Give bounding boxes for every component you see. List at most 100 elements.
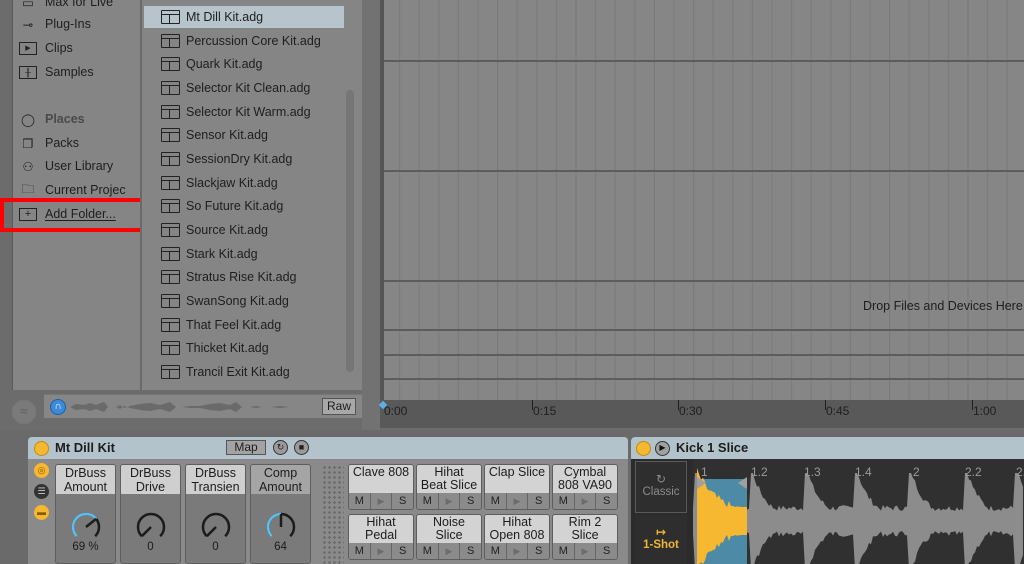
file-item[interactable]: SwanSong Kit.adg [144,290,344,312]
pad-view-toggle-icon[interactable]: ▬ [34,505,49,520]
file-item[interactable]: Trancil Exit Kit.adg [144,361,344,383]
file-item[interactable]: Quark Kit.adg [144,53,344,75]
pad-play-icon[interactable]: ▶ [506,543,529,559]
pad-overview-grid[interactable] [322,465,344,564]
pad-mute-button[interactable]: M [349,543,371,559]
file-item[interactable]: Slackjaw Kit.adg [144,172,344,194]
file-item[interactable]: Mt Dill Kit.adg [144,6,344,28]
file-item[interactable]: That Feel Kit.adg [144,314,344,336]
file-item[interactable]: Thicket Kit.adg [144,337,344,359]
sidebar-item-samples[interactable]: ╫ Samples [19,61,94,83]
arrangement-left-edge [380,0,384,400]
macro-view-toggle-icon[interactable]: ◎ [34,463,49,478]
groove-pool-icon[interactable]: ≈ [12,400,36,424]
pad-solo-button[interactable]: S [528,493,549,509]
drum-pad[interactable]: Noise Slice M ▶ S [416,514,482,560]
file-item[interactable]: Sensor Kit.adg [144,124,344,146]
file-list-scrollbar[interactable] [346,90,354,372]
pad-play-icon[interactable]: ▶ [438,543,461,559]
file-item[interactable]: Percussion Core Kit.adg [144,30,344,52]
drum-rack-preset-icon [161,10,180,24]
preview-headphones-icon[interactable]: ∩ [50,399,66,415]
arrangement-timeline-ruler[interactable]: 0:00 0:15 0:30 0:45 1:00 [380,400,1024,428]
drum-rack-preset-icon [161,105,180,119]
drum-pad[interactable]: Clave 808 M ▶ S [348,464,414,510]
pad-label: Cymbal 808 VA90 [553,465,617,493]
pad-mute-button[interactable]: M [349,493,371,509]
knob-dial[interactable] [68,509,104,545]
pad-solo-button[interactable]: S [596,543,617,559]
sidebar-item-packs[interactable]: ❐ Packs [19,132,79,154]
file-item[interactable]: SessionDry Kit.adg [144,148,344,170]
pad-play-icon[interactable]: ▶ [370,493,393,509]
pad-solo-button[interactable]: S [392,493,413,509]
file-item[interactable]: Selector Kit Clean.adg [144,77,344,99]
drum-pad[interactable]: Hihat Open 808 M ▶ S [484,514,550,560]
pad-mute-button[interactable]: M [485,543,507,559]
browser-sidebar: ▭ Max for Live ⊸ Plug-Ins ▶ Clips ╫ Samp… [12,0,140,390]
pad-label: Clap Slice [485,465,549,493]
randomize-icon[interactable]: ↻ [273,440,288,455]
pad-solo-button[interactable]: S [596,493,617,509]
file-item[interactable]: Stark Kit.adg [144,243,344,265]
browser-splitter[interactable] [362,0,380,430]
macro-knob-comp-amount[interactable]: Comp Amount 64 [250,464,311,564]
knob-dial[interactable] [133,509,169,545]
sidebar-item-plug-ins[interactable]: ⊸ Plug-Ins [19,13,91,35]
drum-pad[interactable]: Clap Slice M ▶ S [484,464,550,510]
macro-map-button[interactable]: Map [226,440,266,455]
pad-solo-button[interactable]: S [528,543,549,559]
places-header: ◯ Places [21,112,85,127]
macro-knob-drbuss-transient[interactable]: DrBuss Transien 0 [185,464,246,564]
pad-label: Hihat Beat Slice [417,465,481,493]
one-shot-arrow-icon: ↦ [655,525,667,539]
pad-mute-button[interactable]: M [485,493,507,509]
macro-knob-drbuss-drive[interactable]: DrBuss Drive 0 [120,464,181,564]
sidebar-item-user-library[interactable]: ⚇ User Library [19,155,113,177]
pad-solo-button[interactable]: S [392,543,413,559]
chain-list-toggle-icon[interactable]: ☰ [34,484,49,499]
sidebar-item-max-for-live[interactable]: ▭ Max for Live [19,0,113,13]
pad-play-icon[interactable]: ▶ [574,493,597,509]
drum-pad[interactable]: Hihat Beat Slice M ▶ S [416,464,482,510]
beat-label: 2.2 [965,465,982,479]
user-icon: ⚇ [22,159,34,174]
file-item[interactable]: Selector Kit Warm.adg [144,101,344,123]
pad-solo-button[interactable]: S [460,543,481,559]
knob-dial[interactable] [198,509,234,545]
mode-classic-button[interactable]: ↻ Classic [635,461,687,513]
drum-rack-preset-icon [161,294,180,308]
sample-waveform-display[interactable]: 1 1.2 1.3 1.4 2 2.2 2.3 [693,459,1024,564]
pad-mute-button[interactable]: M [553,543,575,559]
sidebar-item-clips[interactable]: ▶ Clips [19,37,73,59]
save-preset-icon[interactable]: ■ [294,440,309,455]
drum-pad[interactable]: Cymbal 808 VA90 M ▶ S [552,464,618,510]
pad-solo-button[interactable]: S [460,493,481,509]
file-item[interactable]: Source Kit.adg [144,219,344,241]
preview-play-icon[interactable]: ▶ [655,441,670,456]
drum-pad[interactable]: Rim 2 Slice M ▶ S [552,514,618,560]
beat-label: 1.4 [855,465,872,479]
pad-label: Rim 2 Slice [553,515,617,543]
pad-play-icon[interactable]: ▶ [438,493,461,509]
drum-pad[interactable]: Hihat Pedal M ▶ S [348,514,414,560]
pad-mute-button[interactable]: M [553,493,575,509]
macro-value: 0 [212,541,219,553]
pad-play-icon[interactable]: ▶ [574,543,597,559]
time-label: 0:15 [533,404,557,418]
macro-knob-drbuss-amount[interactable]: DrBuss Amount 69 % [55,464,116,564]
drum-rack-preset-icon [161,128,180,142]
knob-dial[interactable] [263,509,299,545]
raw-toggle-button[interactable]: Raw [322,398,356,415]
arrangement-grid[interactable] [380,0,1024,400]
macro-value: 0 [147,541,154,553]
pad-mute-button[interactable]: M [417,493,439,509]
pad-play-icon[interactable]: ▶ [506,493,529,509]
pad-mute-button[interactable]: M [417,543,439,559]
file-item[interactable]: Stratus Rise Kit.adg [144,266,344,288]
pad-play-icon[interactable]: ▶ [370,543,393,559]
device-power-button[interactable] [636,441,651,456]
device-power-button[interactable] [34,441,49,456]
file-item[interactable]: So Future Kit.adg [144,195,344,217]
mode-one-shot-button[interactable]: ↦ 1-Shot [635,515,687,564]
